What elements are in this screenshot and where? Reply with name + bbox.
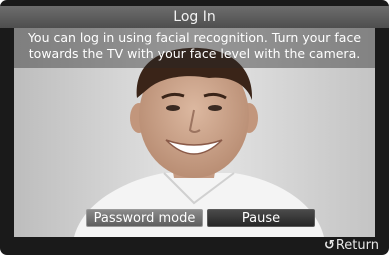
instruction-line-2: towards the TV with your face level with…	[28, 46, 361, 61]
return-label: Return	[335, 238, 379, 253]
pause-button[interactable]: Pause	[207, 209, 315, 227]
dialog-title: Log In	[0, 6, 389, 28]
login-dialog: Log In You can log in using facial recog…	[0, 0, 389, 255]
return-icon: ↺	[323, 238, 335, 253]
footer-bar: ↺Return	[0, 237, 389, 255]
instruction-line-1: You can log in using facial recognition.…	[27, 30, 362, 45]
return-button[interactable]: ↺Return	[324, 238, 379, 254]
instruction-text: You can log in using facial recognition.…	[14, 28, 375, 68]
password-mode-button[interactable]: Password mode	[86, 209, 203, 227]
